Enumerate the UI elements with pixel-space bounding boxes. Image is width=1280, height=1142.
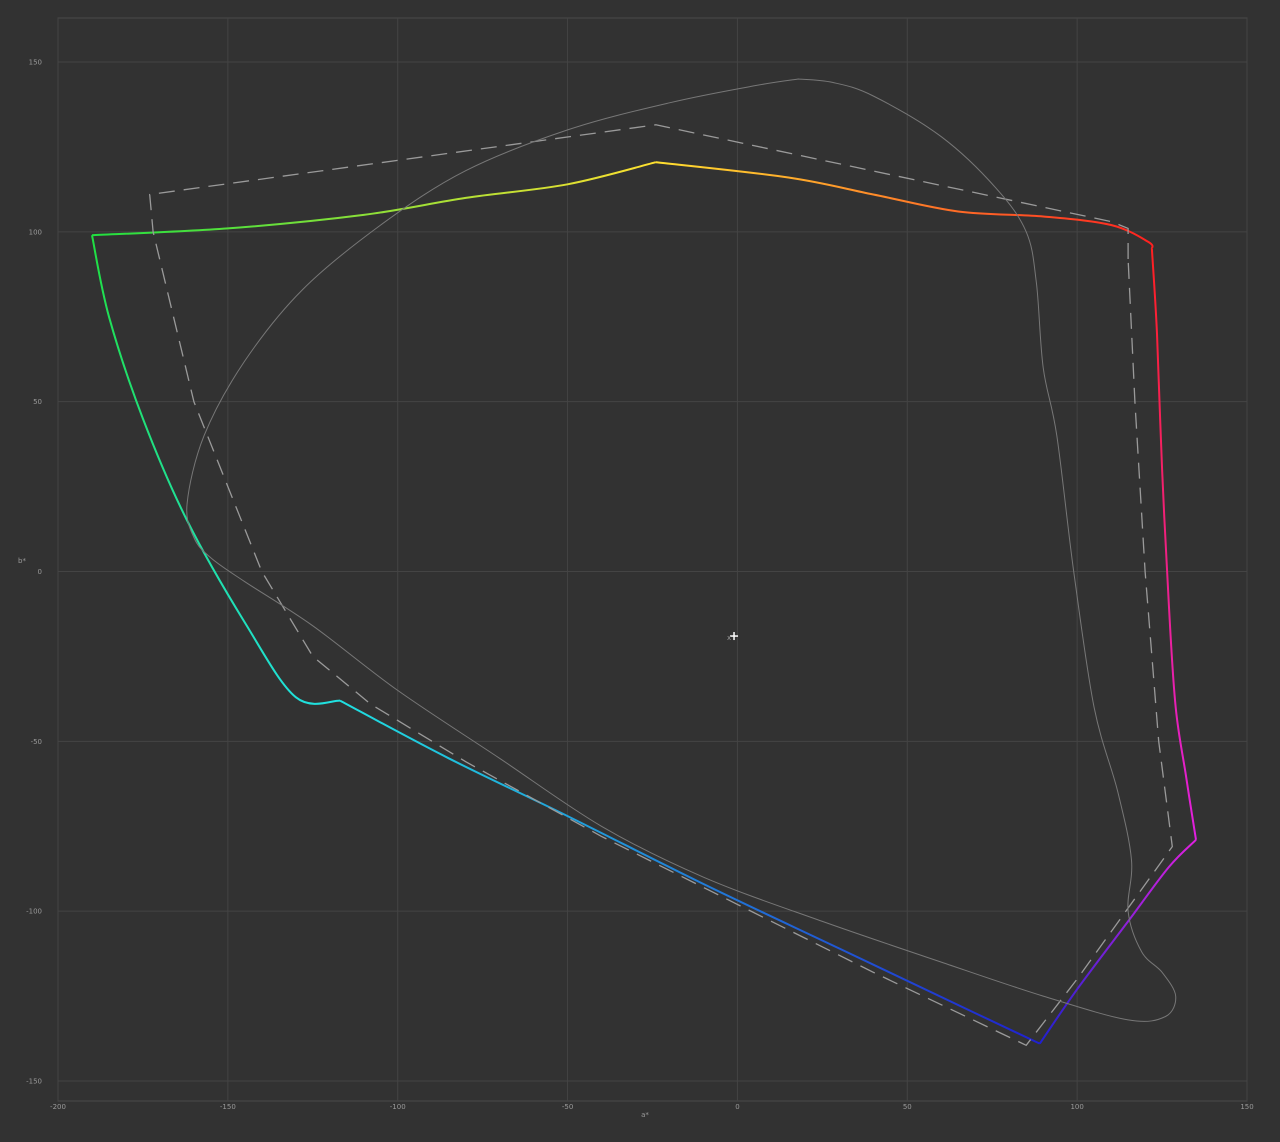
x-tick-label: -50 [562, 1103, 573, 1111]
series-layer [91, 78, 1197, 1047]
y-tick-label: 0 [38, 568, 42, 576]
x-axis-label: a* [641, 1111, 649, 1119]
gamut-outline-segment [1150, 248, 1197, 840]
y-tick-label: 50 [33, 398, 42, 406]
y-axis-label: b* [18, 557, 26, 565]
reference-gamut-dashed [148, 124, 1173, 1047]
chart-svg: x -200 -150 -100 -50 0 50 100 150 150 100 50 0 -50 -1… [18, 17, 1254, 1119]
x-tick-label: -150 [220, 1103, 236, 1111]
gamut-outline-segment [91, 234, 341, 705]
x-tick-label: 100 [1070, 1103, 1083, 1111]
grid-layer [57, 18, 1248, 1101]
x-tick-label: -100 [390, 1103, 406, 1111]
x-tick-label: 150 [1240, 1103, 1253, 1111]
white-point-label: x [727, 634, 731, 642]
y-tick-label: -150 [26, 1078, 42, 1086]
tick-layer: -200 -150 -100 -50 0 50 100 150 150 100 50 0 -50 -100… [26, 59, 1254, 1112]
y-tick-label: 150 [29, 59, 42, 67]
x-tick-label: -200 [50, 1103, 66, 1111]
gamut-outline-segment [91, 161, 657, 237]
y-tick-label: -100 [26, 908, 42, 916]
gamut-outline-segment [339, 699, 1041, 1045]
x-tick-label: 50 [903, 1103, 912, 1111]
gamut-outline-segment [655, 161, 1154, 250]
marker-layer: x [727, 632, 739, 642]
y-tick-label: -50 [31, 738, 42, 746]
gamut-chart: x -200 -150 -100 -50 0 50 100 150 150 100 50 0 -50 -1… [0, 0, 1280, 1137]
plot-frame [57, 17, 1248, 1102]
gamut-outline-segment [1038, 839, 1197, 1045]
x-tick-label: 0 [735, 1103, 739, 1111]
y-tick-label: 100 [29, 228, 42, 236]
spectral-locus-outline [186, 78, 1177, 1022]
